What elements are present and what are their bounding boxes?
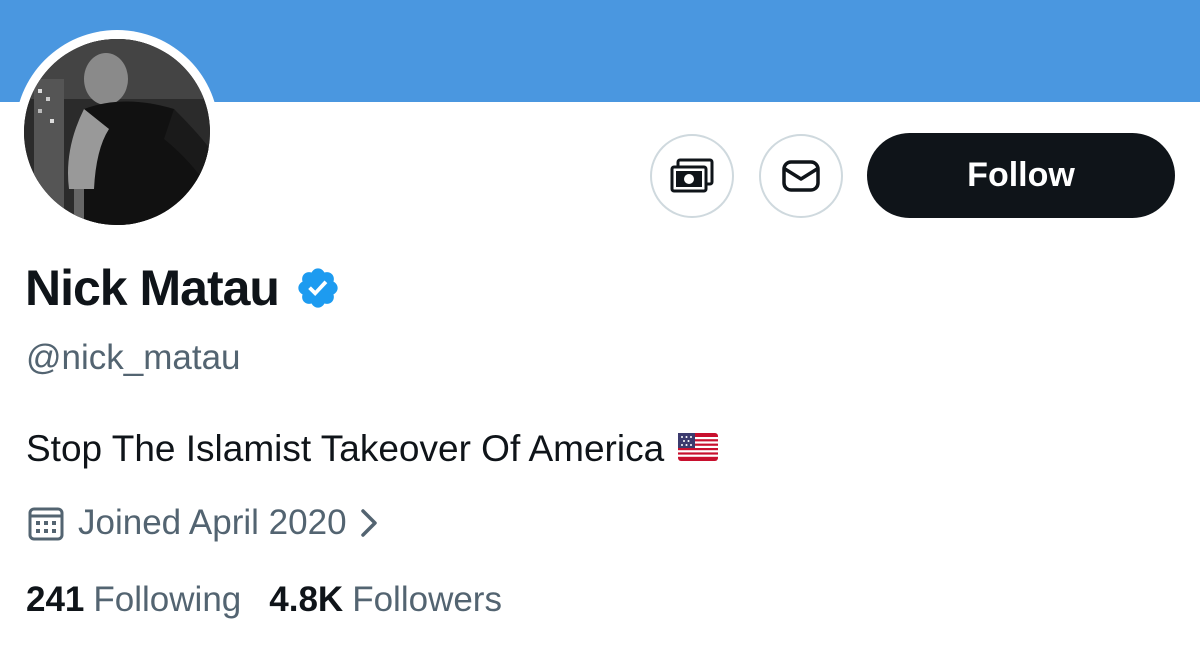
- followers-stat[interactable]: 4.8K Followers: [269, 580, 502, 620]
- follow-button[interactable]: Follow: [867, 133, 1175, 218]
- following-count: 241: [26, 580, 85, 619]
- calendar-icon: [26, 503, 66, 543]
- envelope-icon: [781, 159, 821, 193]
- following-stat[interactable]: 241 Following: [26, 580, 241, 620]
- verified-badge-icon[interactable]: [295, 265, 341, 311]
- followers-count: 4.8K: [269, 580, 344, 619]
- join-date-text: Joined April 2020: [78, 503, 347, 542]
- following-label: Following: [93, 580, 242, 619]
- display-name: Nick Matau: [25, 260, 280, 316]
- join-date[interactable]: Joined April 2020: [26, 500, 381, 546]
- us-flag-icon: [678, 428, 719, 470]
- user-handle: @nick_matau: [26, 338, 241, 377]
- bio-text: Stop The Islamist Takeover Of America: [26, 428, 665, 469]
- follow-stats: 241 Following 4.8K Followers: [26, 580, 502, 620]
- name-row: Nick Matau: [25, 252, 341, 324]
- money-icon: [669, 157, 715, 195]
- message-button[interactable]: [759, 134, 843, 218]
- avatar[interactable]: [24, 39, 210, 225]
- bio: Stop The Islamist Takeover Of America: [26, 428, 719, 470]
- avatar-photo: [24, 39, 210, 225]
- tip-button[interactable]: [650, 134, 734, 218]
- chevron-right-icon: [357, 506, 381, 540]
- followers-label: Followers: [352, 580, 502, 619]
